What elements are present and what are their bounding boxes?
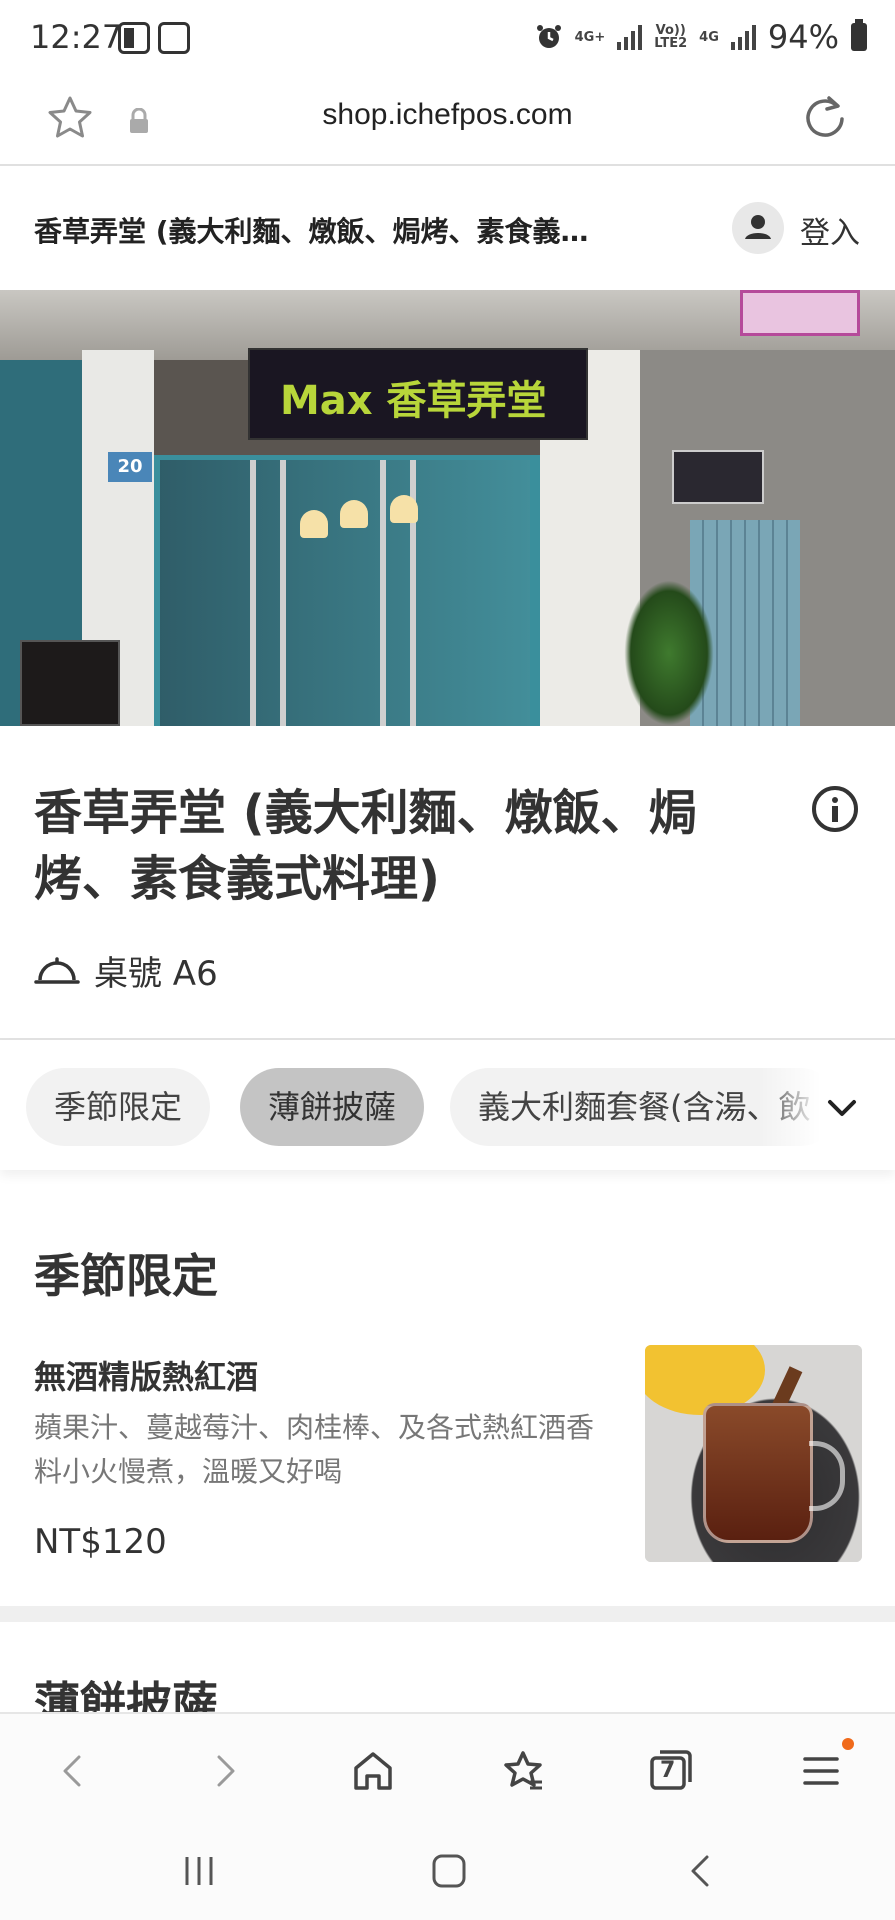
url-text[interactable]: shop.ichefpos.com (0, 98, 895, 132)
home-button[interactable] (346, 1744, 400, 1798)
tab-seasonal[interactable]: 季節限定 (26, 1068, 211, 1146)
section-divider (0, 1606, 895, 1622)
info-icon[interactable] (812, 786, 858, 832)
battery-percent: 94% (767, 18, 839, 56)
back-button[interactable] (46, 1744, 100, 1798)
address-bar: shop.ichefpos.com (0, 80, 895, 166)
system-back-button[interactable] (676, 1846, 726, 1896)
status-bar: 12:27 4G+ Vo)) LTE2 4G 94% (0, 0, 895, 80)
mulled-wine-photo[interactable] (645, 1345, 862, 1562)
system-navigation-bar (0, 1822, 895, 1920)
menu-item-price: NT$120 (34, 1522, 167, 1562)
recent-apps-icon (185, 1857, 213, 1885)
forward-button[interactable] (198, 1744, 252, 1798)
browser-toolbar: 7 (0, 1712, 895, 1822)
address-plate: 20 (108, 452, 152, 482)
bookmarks-button[interactable] (496, 1744, 550, 1798)
table-label: 桌號 A6 (94, 954, 218, 994)
section-title: 季節限定 (34, 1249, 218, 1303)
network-type-2b: LTE2 (654, 36, 688, 51)
app-notification-icon (118, 22, 150, 54)
menu-item-name[interactable]: 無酒精版熱紅酒 (34, 1352, 258, 1398)
store-name: 香草弄堂 (義大利麵、燉飯、焗烤、素食義式料理) (34, 785, 697, 907)
chevron-left-icon (63, 1755, 81, 1787)
neon-sign (740, 290, 860, 336)
alarm-icon (536, 25, 561, 48)
signal-icon-2 (730, 24, 756, 50)
tab-count: 7 (660, 1758, 676, 1783)
store-sign-text: Max 香草弄堂 (280, 378, 547, 424)
user-avatar-icon[interactable] (732, 202, 784, 254)
hamburger-menu-icon (803, 1757, 839, 1785)
tab-pizza[interactable]: 薄餅披薩 (240, 1068, 425, 1146)
signal-icon-1 (617, 24, 643, 50)
bookmarks-star-icon (504, 1751, 542, 1790)
login-link[interactable]: 登入 (800, 208, 860, 252)
battery-icon (851, 19, 867, 51)
serving-bell-icon (34, 956, 80, 984)
recent-apps-button[interactable] (174, 1846, 224, 1896)
chevron-right-icon (217, 1755, 235, 1787)
chevron-down-icon[interactable] (822, 1088, 862, 1128)
status-time: 12:27 (30, 18, 123, 56)
person-icon (745, 215, 771, 239)
status-indicators: 4G+ Vo)) LTE2 4G 94% (535, 18, 867, 56)
back-chevron-icon (691, 1855, 709, 1887)
category-tabs: 季節限定 薄餅披薩 義大利麵套餐(含湯、飲 (0, 1040, 895, 1170)
home-nav-button[interactable] (424, 1846, 474, 1896)
store-header: 香草弄堂 (義大利麵、燉飯、焗烤、素食義… 登入 (0, 168, 895, 290)
tabs-button[interactable]: 7 (644, 1744, 698, 1798)
sync-notification-icon (158, 22, 190, 54)
store-sign: Max 香草弄堂 (248, 348, 588, 440)
menu-board (20, 640, 120, 726)
table-number: 桌號 A6 (34, 946, 218, 995)
menu-item-description: 蘋果汁、蔓越莓汁、肉桂棒、及各式熱紅酒香料小火慢煮，溫暖又好喝 (34, 1411, 595, 1488)
notification-dot (842, 1738, 854, 1750)
reload-icon[interactable] (799, 92, 849, 142)
network-type-1: 4G+ (574, 29, 606, 45)
home-square-icon (432, 1854, 466, 1888)
store-front-photo: Max 香草弄堂 20 (0, 290, 895, 726)
home-icon (354, 1752, 392, 1790)
network-type-3: 4G (699, 29, 719, 45)
store-header-title: 香草弄堂 (義大利麵、燉飯、焗烤、素食義… (34, 215, 589, 248)
menu-button[interactable] (794, 1738, 854, 1798)
